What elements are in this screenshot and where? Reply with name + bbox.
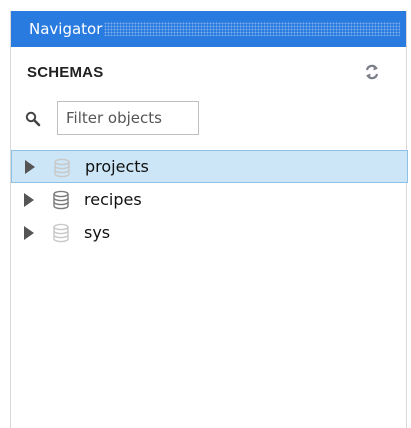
database-icon bbox=[53, 158, 71, 178]
expand-arrow-icon[interactable] bbox=[24, 225, 34, 240]
tree-item-recipes[interactable]: recipes bbox=[11, 183, 406, 216]
schemas-title: SCHEMAS bbox=[27, 63, 104, 81]
tree-item-label: recipes bbox=[84, 190, 142, 209]
search-row bbox=[11, 101, 406, 139]
tree-item-sys[interactable]: sys bbox=[11, 216, 406, 249]
navigator-title: Navigator bbox=[29, 20, 103, 38]
expand-arrow-icon[interactable] bbox=[24, 192, 34, 207]
database-icon bbox=[52, 223, 70, 243]
header-grip[interactable] bbox=[104, 22, 400, 36]
navigator-panel: Navigator SCHEMAS Filter objects project… bbox=[0, 0, 411, 428]
top-strip bbox=[0, 0, 411, 11]
database-icon bbox=[52, 190, 70, 210]
schema-tree: projects recipes sys bbox=[11, 150, 408, 249]
tree-item-label: sys bbox=[84, 223, 111, 242]
refresh-icon[interactable] bbox=[363, 63, 381, 81]
panel-right-border bbox=[406, 11, 407, 428]
navigator-header[interactable]: Navigator bbox=[11, 11, 406, 47]
tree-item-label: projects bbox=[85, 157, 149, 176]
search-icon bbox=[25, 111, 41, 127]
tree-item-projects[interactable]: projects bbox=[11, 150, 408, 183]
expand-arrow-icon[interactable] bbox=[25, 159, 35, 174]
filter-objects-input[interactable] bbox=[57, 101, 199, 135]
schemas-section-header: SCHEMAS bbox=[11, 52, 406, 92]
